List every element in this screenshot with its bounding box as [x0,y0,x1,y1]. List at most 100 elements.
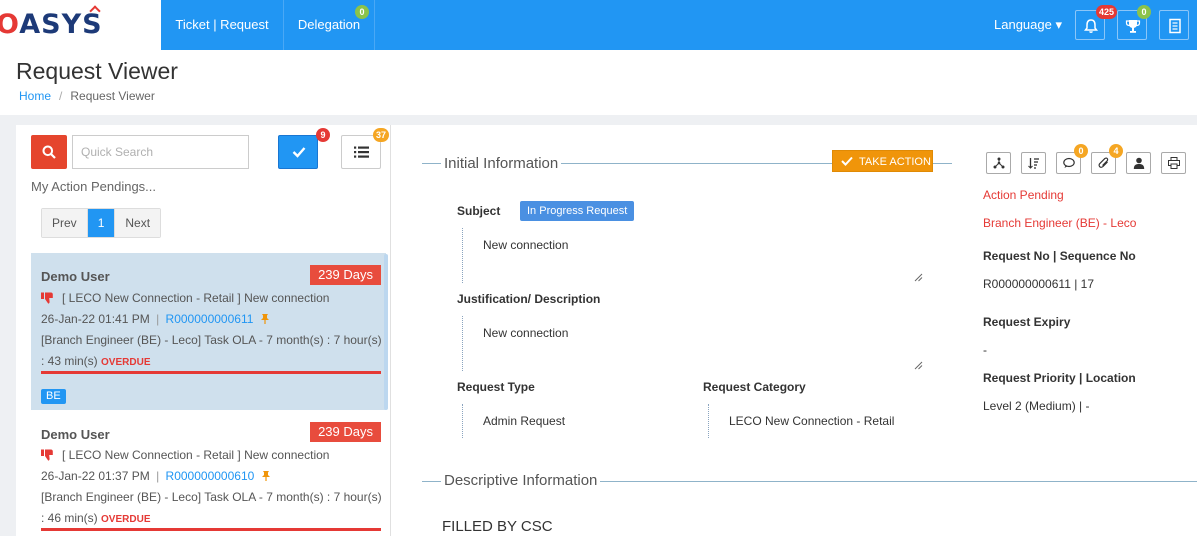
justification-textarea[interactable]: New connection [462,316,924,371]
print-icon [1168,157,1180,169]
nav-ticket-request-label: Ticket | Request [175,17,269,32]
pending-card[interactable]: Demo User 239 Days [ LECO New Connection… [31,412,386,536]
justification-value: New connection [483,326,569,340]
breadcrumb-current: Request Viewer [70,89,155,103]
thumbs-down-icon [41,449,53,461]
breadcrumb-home[interactable]: Home [19,89,51,103]
initial-info-title: Initial Information [441,155,562,172]
subject-textarea[interactable]: New connection [462,228,924,283]
nav-delegation-label: Delegation [297,17,361,32]
paperclip-icon [1098,157,1109,168]
notifications-badge: 425 [1096,5,1118,19]
card-request-no-link[interactable]: R000000000611 [166,312,254,326]
page-title: Request Viewer [16,58,178,84]
card-overdue: OVERDUE [101,514,151,525]
breadcrumb-separator: / [59,89,63,103]
sort-history-button[interactable] [1021,152,1046,174]
resize-grip-icon[interactable] [914,273,923,282]
card-min-line: : 46 min(s) OVERDUE [41,511,150,525]
thumbs-down-icon [41,292,53,304]
list-icon [354,146,369,158]
check-icon [292,147,306,158]
check-badge: 9 [316,128,330,142]
ledger-button[interactable] [1159,10,1189,40]
nav-delegation[interactable]: Delegation 0 [284,0,375,50]
pagination: Prev 1 Next [41,208,162,238]
quick-search-input[interactable] [72,135,249,169]
print-button[interactable] [1161,152,1186,174]
request-type-label: Request Type [457,380,535,394]
card-meta-line: 26-Jan-22 01:41 PM | R000000000611 [41,312,270,326]
take-action-label: TAKE ACTION [859,156,931,168]
bell-icon [1084,19,1098,33]
search-icon [42,145,56,159]
card-meta-line: 26-Jan-22 01:37 PM | R000000000610 [41,469,271,483]
request-expiry-label: Request Expiry [983,315,1071,329]
card-datetime: 26-Jan-22 01:41 PM [41,312,150,326]
card-title-line: [ LECO New Connection - Retail ] New con… [41,291,329,305]
card-title: [ LECO New Connection - Retail ] New con… [62,291,330,305]
language-dropdown[interactable]: Language ▾ [994,0,1062,50]
check-icon [841,156,853,166]
card-task-line: [Branch Engineer (BE) - Leco] Task OLA -… [41,333,382,347]
descriptive-info-title: Descriptive Information [441,472,601,489]
action-pendings-filter-button[interactable]: 9 [278,128,330,169]
take-action-button[interactable]: TAKE ACTION [832,150,933,172]
card-progress-bar [41,528,381,531]
pin-icon [260,314,269,324]
pagination-page-1[interactable]: 1 [87,209,115,237]
card-user: Demo User [41,269,110,284]
breadcrumb: Home / Request Viewer [19,89,155,103]
card-task-line: [Branch Engineer (BE) - Leco] Task OLA -… [41,490,382,504]
nav-ticket-request[interactable]: Ticket | Request [161,0,284,50]
user-icon [1133,157,1145,169]
resize-grip-icon[interactable] [914,361,923,370]
request-no-value: R000000000611 | 17 [983,277,1094,291]
workflow-button[interactable] [986,152,1011,174]
all-requests-list-button[interactable]: 37 [341,128,390,169]
request-no-label: Request No | Sequence No [983,249,1136,263]
list-scrollbar[interactable] [384,254,388,410]
card-overdue: OVERDUE [101,357,151,368]
attachments-button[interactable]: 4 [1091,144,1123,174]
pagination-next[interactable]: Next [114,209,161,237]
request-category-field: LECO New Connection - Retail [708,404,938,438]
trophy-button[interactable]: 0 [1117,5,1151,40]
trophy-badge: 0 [1137,5,1151,19]
pin-icon [261,471,270,481]
card-user: Demo User [41,427,110,442]
card-title-line: [ LECO New Connection - Retail ] New con… [41,448,329,462]
notifications-button[interactable]: 425 [1075,5,1118,40]
comments-button[interactable]: 0 [1056,144,1088,174]
card-role-tag: BE [41,389,66,404]
card-title: [ LECO New Connection - Retail ] New con… [62,448,330,462]
assignee-label: Branch Engineer (BE) - Leco [983,216,1137,230]
card-min: : 43 min(s) [41,354,98,368]
user-button[interactable] [1126,152,1151,174]
request-category-value: LECO New Connection - Retail [729,414,895,428]
priority-location-label: Request Priority | Location [983,371,1136,385]
request-type-value: Admin Request [483,414,566,428]
logo[interactable]: OASYS [0,0,161,50]
filled-by-heading: FILLED BY CSC [442,518,553,535]
card-days-badge: 239 Days [310,422,381,442]
sitemap-icon [993,157,1005,169]
card-min-line: : 43 min(s) OVERDUE [41,354,150,368]
comments-badge: 0 [1074,144,1088,158]
status-badge: In Progress Request [520,201,635,221]
card-progress-bar [41,371,381,374]
priority-location-value: Level 2 (Medium) | - [983,399,1090,413]
trophy-icon [1125,20,1141,33]
subject-value: New connection [483,238,569,252]
pending-list-label: My Action Pendings... [31,179,157,194]
subject-label: Subject [457,204,501,218]
pagination-prev[interactable]: Prev [42,209,88,237]
top-navbar: OASYS Ticket | Request Delegation 0 Lang… [0,0,1197,50]
search-button[interactable] [31,135,67,169]
justification-label: Justification/ Description [457,292,601,306]
delegation-badge: 0 [355,5,369,19]
card-request-no-link[interactable]: R000000000610 [166,469,255,483]
page-header [0,50,1197,115]
pending-card[interactable]: Demo User 239 Days [ LECO New Connection… [31,253,386,410]
card-min: : 46 min(s) [41,511,98,525]
